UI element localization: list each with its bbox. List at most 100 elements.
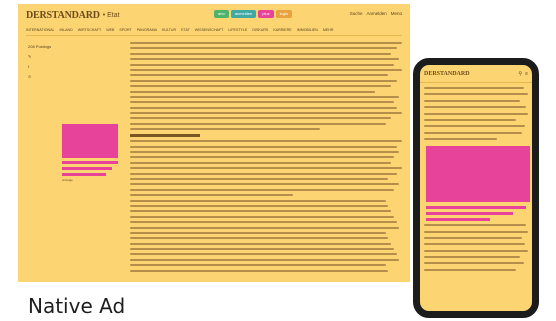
ad-image[interactable] — [62, 124, 118, 158]
text-line — [130, 117, 392, 120]
text-line — [130, 161, 392, 164]
text-line — [130, 145, 397, 148]
share-icon[interactable]: ✎ — [28, 54, 58, 59]
text-line — [424, 268, 516, 271]
nav-item[interactable]: WEB — [106, 28, 114, 35]
text-line — [424, 131, 522, 134]
facebook-icon[interactable]: f — [28, 64, 58, 69]
nav-item[interactable]: SPORT — [119, 28, 131, 35]
phone-logo[interactable]: DERSTANDARD — [424, 71, 470, 77]
text-line — [130, 74, 389, 77]
text-line — [130, 63, 394, 66]
text-line — [130, 128, 321, 131]
text-line — [130, 269, 389, 272]
desktop-mockup: DERSTANDARD • Etat abo anmelden plus log… — [18, 4, 410, 282]
text-line — [424, 236, 522, 239]
site-logo[interactable]: DERSTANDARD — [26, 10, 100, 21]
phone-header: DERSTANDARD ⚲ ≡ — [420, 65, 532, 83]
text-line — [130, 183, 400, 186]
article-body — [130, 42, 402, 275]
text-line — [130, 177, 389, 180]
text-line — [130, 112, 402, 115]
pill-anmelden[interactable]: anmelden — [230, 10, 257, 18]
native-ad-phone[interactable] — [426, 146, 530, 203]
phone-mockup: DERSTANDARD ⚲ ≡ — [413, 58, 539, 318]
nav-item[interactable]: KARRIERE — [273, 28, 291, 35]
text-line — [130, 140, 402, 143]
nav-item[interactable]: PANORAMA — [137, 28, 157, 35]
text-line — [130, 122, 386, 125]
text-line — [130, 167, 402, 170]
text-line — [130, 95, 400, 98]
ad-caption: Anzeige — [62, 178, 73, 182]
text-line — [130, 106, 397, 109]
text-line — [130, 258, 400, 261]
text-line — [130, 253, 397, 256]
nav-item[interactable]: ETAT — [181, 28, 190, 35]
text-line — [424, 118, 516, 121]
nav-item[interactable]: MEHR — [323, 28, 334, 35]
postings-count[interactable]: 208 Postings — [28, 44, 58, 49]
header-actions: Suche Anmelden Menü — [350, 11, 402, 16]
nav-item[interactable]: WIRTSCHAFT — [78, 28, 102, 35]
text-line — [424, 230, 528, 233]
text-line — [424, 112, 528, 115]
ad-headline-bar — [62, 161, 118, 164]
pill-plus[interactable]: plus — [258, 10, 274, 18]
text-line — [130, 68, 402, 71]
text-line — [130, 237, 389, 240]
ad-headline-bar — [62, 167, 112, 170]
ad-headline-bar — [426, 212, 514, 216]
ad-headline-bar — [62, 173, 106, 176]
login-link[interactable]: Anmelden — [366, 11, 386, 16]
text-line — [130, 226, 400, 229]
text-line — [424, 256, 520, 259]
text-line — [424, 125, 525, 128]
text-line — [130, 79, 397, 82]
nav-item[interactable]: INLAND — [60, 28, 73, 35]
ad-headline-bar — [426, 206, 526, 210]
desktop-header: DERSTANDARD • Etat abo anmelden plus log… — [18, 4, 410, 26]
menu-icon[interactable]: ≡ — [525, 71, 528, 77]
text-line — [130, 264, 386, 267]
text-line — [424, 93, 528, 96]
text-line — [130, 194, 294, 197]
text-line — [130, 215, 394, 218]
menu-link[interactable]: Menü — [391, 11, 402, 16]
text-line — [130, 151, 400, 154]
pill-abo[interactable]: abo — [214, 10, 229, 18]
text-line — [424, 249, 528, 252]
text-line — [130, 85, 392, 88]
text-line — [130, 172, 397, 175]
nav-item[interactable]: INTERNATIONAL — [26, 28, 55, 35]
article-sidebar: 208 Postings ✎ f ⊙ — [28, 44, 58, 84]
section-heading-line — [130, 134, 200, 138]
nav-item[interactable]: DISKURS — [252, 28, 268, 35]
text-line — [130, 156, 394, 159]
search-icon[interactable]: ⚲ — [518, 71, 522, 77]
whatsapp-icon[interactable]: ⊙ — [28, 74, 58, 79]
native-ad-caption: Native Ad — [28, 294, 126, 318]
search-link[interactable]: Suche — [350, 11, 363, 16]
text-line — [130, 52, 392, 55]
text-line — [424, 262, 524, 265]
text-line — [130, 47, 397, 50]
text-line — [424, 106, 526, 109]
text-line — [424, 99, 520, 102]
text-line — [130, 58, 400, 61]
text-line — [130, 210, 392, 213]
nav-item[interactable]: KULTUR — [162, 28, 176, 35]
nav-item[interactable]: IMMOBILIEN — [297, 28, 318, 35]
header-pills: abo anmelden plus login — [214, 10, 293, 18]
text-line — [130, 90, 375, 93]
native-ad-desktop[interactable]: Anzeige — [62, 124, 118, 188]
phone-header-icons: ⚲ ≡ — [518, 71, 528, 77]
text-line — [130, 221, 397, 224]
text-line — [130, 242, 392, 245]
text-line — [130, 231, 386, 234]
nav-item[interactable]: LIFESTYLE — [228, 28, 247, 35]
text-line — [130, 42, 402, 44]
nav-item[interactable]: WISSENSCHAFT — [195, 28, 224, 35]
pill-login[interactable]: login — [275, 10, 293, 18]
text-line — [130, 101, 394, 104]
